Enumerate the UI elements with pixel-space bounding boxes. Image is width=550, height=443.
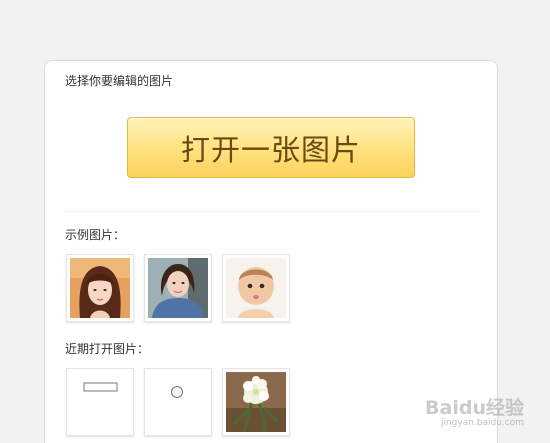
baidu-jingyan-watermark: Baidu经验 jingyan.baidu.com bbox=[425, 393, 524, 428]
woman-denim-photo bbox=[148, 258, 208, 318]
image-picker-panel: 选择你要编辑的图片 打开一张图片 示例图片： 近期打开图片： bbox=[44, 60, 498, 443]
example-thumb-baby[interactable] bbox=[222, 254, 290, 322]
example-thumbnails bbox=[66, 254, 290, 322]
baby-photo bbox=[226, 258, 286, 318]
example-thumb-woman-denim[interactable] bbox=[144, 254, 212, 322]
open-image-button[interactable]: 打开一张图片 bbox=[127, 117, 415, 178]
examples-label: 示例图片： bbox=[65, 228, 126, 242]
example-thumb-woman-bangs[interactable] bbox=[66, 254, 134, 322]
prompt-text: 选择你要编辑的图片 bbox=[65, 74, 174, 88]
recent-thumb-circle[interactable] bbox=[144, 368, 212, 436]
white-flowers-photo bbox=[226, 372, 286, 432]
woman-bangs-photo bbox=[70, 258, 130, 318]
circle-sketch-image bbox=[148, 372, 208, 432]
recent-thumbnails bbox=[66, 368, 290, 436]
rectangle-sketch-image bbox=[70, 372, 130, 432]
recent-thumb-rectangle[interactable] bbox=[66, 368, 134, 436]
recent-thumb-flowers[interactable] bbox=[222, 368, 290, 436]
divider bbox=[65, 211, 479, 212]
watermark-brand: Baidu经验 bbox=[425, 397, 524, 419]
recent-label: 近期打开图片： bbox=[65, 342, 150, 356]
